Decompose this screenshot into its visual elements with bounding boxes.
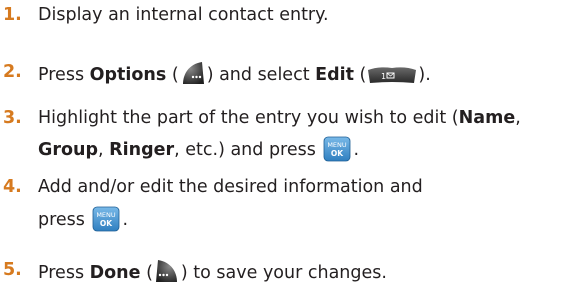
done-label: Done — [89, 263, 141, 283]
step-text-part: , — [515, 108, 521, 128]
step-text-part: , etc.) and press — [174, 140, 322, 160]
step-number: 5. — [3, 260, 22, 280]
menu-ok-key-icon: MENU OK — [324, 136, 351, 162]
paren: ( — [140, 263, 153, 283]
key-1-icon: 1 — [368, 67, 417, 83]
step-text: Press Done ( ) to save your changes. — [38, 258, 387, 285]
options-label: Options — [89, 65, 167, 85]
step-text-line-2: press MENU OK . — [38, 206, 128, 232]
step-text-line-1: Add and/or edit the desired information … — [38, 177, 423, 197]
step-text-part: Press — [38, 65, 90, 85]
edit-label: Edit — [315, 65, 354, 85]
step-number: 2. — [3, 62, 22, 82]
step-text-line-2: Group, Ringer, etc.) and press MENU OK . — [38, 136, 359, 162]
paren: ( — [353, 65, 367, 85]
menu-ok-bottom-text: OK — [100, 219, 113, 228]
menu-ok-top-text: MENU — [328, 141, 348, 149]
step-number: 1. — [3, 5, 22, 25]
step-text-part: ) and select — [206, 65, 316, 85]
step-text-part: ). — [418, 65, 431, 85]
menu-ok-top-text: MENU — [97, 211, 117, 219]
group-label: Group — [38, 140, 99, 160]
name-label: Name — [458, 108, 516, 128]
step-text-part: . — [353, 140, 360, 160]
step-text-line-1: Highlight the part of the entry you wish… — [38, 106, 521, 130]
right-softkey-icon — [182, 62, 204, 84]
left-softkey-icon — [155, 260, 177, 282]
menu-ok-key-icon: MENU OK — [93, 206, 120, 232]
key-1-digit: 1 — [381, 72, 386, 81]
step-text-part: Highlight the part of the entry you wish… — [38, 108, 459, 128]
step-text-part: press — [38, 210, 91, 230]
ringer-label: Ringer — [109, 140, 175, 160]
step-text-part: Press — [38, 263, 90, 283]
step-text-part: ) to save your changes. — [180, 263, 387, 283]
step-text-part: , — [98, 140, 110, 160]
step-text: Press Options ( ) and select Edit ( 1). — [38, 60, 431, 87]
menu-ok-bottom-text: OK — [331, 149, 344, 158]
step-number: 3. — [3, 108, 22, 128]
paren: ( — [166, 65, 179, 85]
step-number: 4. — [3, 177, 22, 197]
step-text: Display an internal contact entry. — [38, 5, 329, 25]
step-text-part: . — [122, 210, 129, 230]
